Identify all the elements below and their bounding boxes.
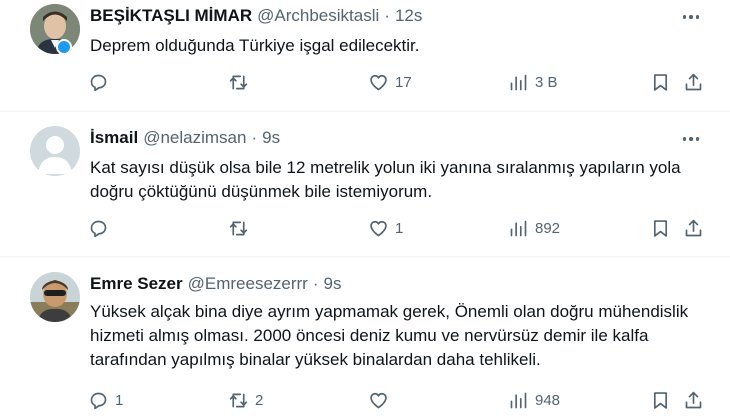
- like-icon: [370, 220, 387, 237]
- timestamp[interactable]: 12s: [395, 6, 422, 26]
- reply-button[interactable]: [88, 72, 115, 93]
- views-button[interactable]: 892: [508, 218, 560, 239]
- reply-count: 1: [115, 392, 124, 409]
- tweet-actions: 17 3 B: [88, 72, 708, 96]
- tweet-1[interactable]: BEŞİKTAŞLI MİMAR @Archbesiktasli · 12s D…: [0, 0, 730, 110]
- like-button[interactable]: [368, 390, 395, 411]
- like-count: 17: [395, 74, 412, 91]
- tweet-header: İsmail @nelazimsan · 9s: [90, 128, 280, 148]
- tweet-text: Yüksek alçak bina diye ayrım yapmamak ge…: [90, 302, 689, 369]
- like-icon: [370, 392, 387, 409]
- display-name[interactable]: Emre Sezer: [90, 274, 183, 294]
- tweet-actions: 1 2 948: [88, 390, 708, 414]
- avatar[interactable]: [30, 4, 80, 54]
- like-icon: [370, 74, 387, 91]
- share-button[interactable]: [683, 390, 704, 411]
- views-icon: [510, 392, 527, 409]
- more-icon[interactable]: [680, 6, 702, 28]
- avatar[interactable]: [30, 126, 80, 176]
- tweet-header: BEŞİKTAŞLI MİMAR @Archbesiktasli · 12s: [90, 6, 422, 26]
- separator: ·: [251, 128, 258, 147]
- handle[interactable]: @Archbesiktasli: [257, 6, 379, 26]
- separator: ·: [312, 274, 319, 293]
- reply-button[interactable]: [88, 218, 115, 239]
- tweet-actions: 1 892: [88, 218, 708, 242]
- bookmark-button[interactable]: [650, 72, 671, 93]
- share-icon: [685, 73, 702, 91]
- view-count: 948: [535, 392, 561, 409]
- display-name[interactable]: BEŞİKTAŞLI MİMAR: [90, 6, 252, 26]
- view-count: 892: [535, 220, 561, 237]
- reply-button[interactable]: 1: [88, 390, 123, 411]
- tweet-text: Kat sayısı düşük olsa bile 12 metrelik y…: [90, 158, 681, 201]
- separator: ·: [384, 6, 390, 25]
- bookmark-icon: [653, 74, 668, 91]
- views-button[interactable]: 3 B: [508, 72, 558, 93]
- share-button[interactable]: [683, 218, 704, 239]
- tweet-2[interactable]: İsmail @nelazimsan · 9s Kat sayısı düşük…: [0, 112, 730, 256]
- views-icon: [510, 220, 527, 237]
- verified-badge-icon: [56, 39, 72, 55]
- retweet-icon: [229, 393, 248, 408]
- bookmark-button[interactable]: [650, 218, 671, 239]
- tweet-text: Deprem olduğunda Türkiye işgal edilecekt…: [90, 36, 420, 55]
- retweet-button[interactable]: [228, 72, 255, 93]
- view-count: 3 B: [535, 74, 558, 91]
- views-icon: [510, 74, 527, 91]
- share-button[interactable]: [683, 72, 704, 93]
- retweet-icon: [229, 221, 248, 236]
- like-button[interactable]: 17: [368, 72, 412, 93]
- handle[interactable]: @nelazimsan: [143, 128, 246, 148]
- avatar[interactable]: [30, 272, 80, 322]
- share-icon: [685, 219, 702, 237]
- reply-icon: [90, 220, 107, 238]
- retweet-button[interactable]: 2: [228, 390, 263, 411]
- tweet-header: Emre Sezer @Emreesezerrr · 9s: [90, 274, 342, 294]
- reply-icon: [90, 392, 107, 410]
- more-icon[interactable]: [680, 128, 702, 150]
- like-button[interactable]: 1: [368, 218, 403, 239]
- like-count: 1: [395, 220, 404, 237]
- reply-icon: [90, 74, 107, 92]
- retweet-button[interactable]: [228, 218, 255, 239]
- display-name[interactable]: İsmail: [90, 128, 138, 148]
- retweet-icon: [229, 75, 248, 90]
- bookmark-icon: [653, 392, 668, 409]
- tweet-3[interactable]: Emre Sezer @Emreesezerrr · 9s Yüksek alç…: [0, 257, 730, 420]
- bookmark-icon: [653, 220, 668, 237]
- handle[interactable]: @Emreesezerrr: [188, 274, 308, 294]
- views-button[interactable]: 948: [508, 390, 560, 411]
- share-icon: [685, 391, 702, 409]
- retweet-count: 2: [255, 392, 264, 409]
- bookmark-button[interactable]: [650, 390, 671, 411]
- timestamp[interactable]: 9s: [262, 128, 280, 148]
- timestamp[interactable]: 9s: [324, 274, 342, 294]
